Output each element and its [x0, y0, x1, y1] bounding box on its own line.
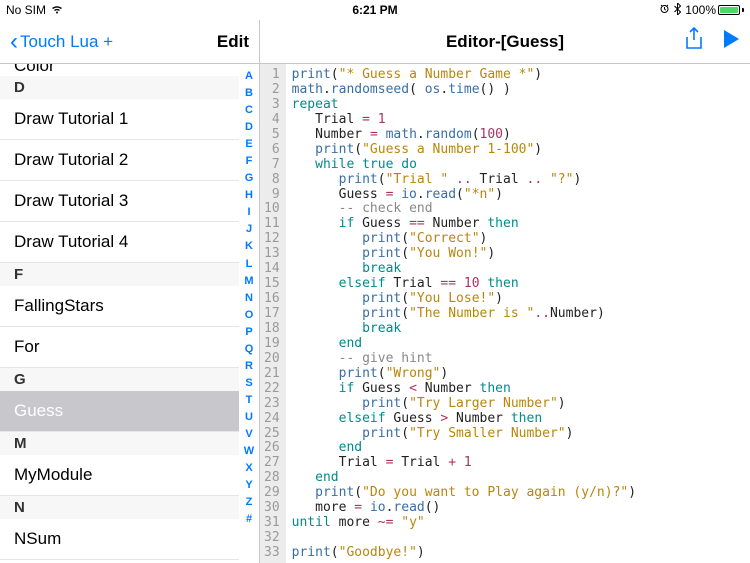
code-line[interactable]: elseif Trial == 10 then	[292, 277, 636, 292]
file-row[interactable]: Draw Tutorial 4	[0, 222, 239, 263]
file-row[interactable]: Draw Tutorial 3	[0, 181, 239, 222]
index-letter[interactable]: M	[244, 273, 253, 290]
code-line[interactable]: print("Wrong")	[292, 367, 636, 382]
code-line[interactable]: print("Try Smaller Number")	[292, 427, 636, 442]
index-letter[interactable]: Y	[245, 477, 252, 494]
code-line[interactable]: print("You Lose!")	[292, 292, 636, 307]
section-header: D	[0, 76, 239, 99]
code-line[interactable]: -- give hint	[292, 352, 636, 367]
back-button[interactable]: ‹ Touch Lua +	[10, 30, 113, 54]
file-row[interactable]: FallingStars	[0, 286, 239, 327]
index-letter[interactable]: F	[246, 153, 253, 170]
section-header: F	[0, 263, 239, 286]
index-letter[interactable]: R	[245, 358, 253, 375]
code-line[interactable]: -- check end	[292, 202, 636, 217]
code-line[interactable]: until more ~= "y"	[292, 516, 636, 531]
editor-title: Editor-[Guess]	[446, 32, 564, 52]
code-line[interactable]: elseif Guess > Number then	[292, 412, 636, 427]
index-letter[interactable]: Q	[245, 341, 254, 358]
index-letter[interactable]: B	[245, 85, 253, 102]
alpha-index[interactable]: ABCDEFGHIJKLMNOPQRSTUVWXYZ#	[241, 68, 257, 528]
code-line[interactable]: print("* Guess a Number Game *")	[292, 68, 636, 83]
toolbar: ‹ Touch Lua + Edit Editor-[Guess]	[0, 20, 750, 64]
index-letter[interactable]: A	[245, 68, 253, 85]
code-line[interactable]: break	[292, 262, 636, 277]
code-line[interactable]: math.randomseed( os.time() )	[292, 83, 636, 98]
index-letter[interactable]: K	[245, 238, 253, 255]
code-line[interactable]: while true do	[292, 158, 636, 173]
clock: 6:21 PM	[352, 3, 397, 17]
code-line[interactable]: Guess = io.read("*n")	[292, 188, 636, 203]
file-list[interactable]: ColorDDraw Tutorial 1Draw Tutorial 2Draw…	[0, 64, 239, 563]
bluetooth-icon	[674, 3, 681, 18]
index-letter[interactable]: V	[245, 426, 252, 443]
code-area[interactable]: print("* Guess a Number Game *")math.ran…	[286, 64, 636, 563]
share-button[interactable]	[684, 27, 704, 56]
section-header: N	[0, 496, 239, 519]
file-row[interactable]: Guess	[0, 391, 239, 432]
section-header: G	[0, 368, 239, 391]
index-letter[interactable]: W	[244, 443, 254, 460]
file-row[interactable]: MyModule	[0, 455, 239, 496]
carrier-label: No SIM	[6, 3, 46, 17]
code-line[interactable]: if Guess == Number then	[292, 217, 636, 232]
index-letter[interactable]: N	[245, 290, 253, 307]
index-letter[interactable]: L	[246, 256, 253, 273]
code-line[interactable]: print("Guess a Number 1-100")	[292, 143, 636, 158]
index-letter[interactable]: Z	[246, 494, 253, 511]
index-letter[interactable]: P	[245, 324, 252, 341]
index-letter[interactable]: H	[245, 187, 253, 204]
index-letter[interactable]: I	[247, 204, 250, 221]
back-label: Touch Lua +	[20, 32, 113, 52]
index-letter[interactable]: S	[245, 375, 252, 392]
code-line[interactable]: print("Correct")	[292, 232, 636, 247]
code-line[interactable]: Trial = 1	[292, 113, 636, 128]
index-letter[interactable]: E	[245, 136, 252, 153]
code-line[interactable]: if Guess < Number then	[292, 382, 636, 397]
file-row[interactable]: Draw Tutorial 2	[0, 140, 239, 181]
file-row[interactable]: For	[0, 327, 239, 368]
run-button[interactable]	[722, 29, 740, 54]
code-line[interactable]: end	[292, 471, 636, 486]
edit-button[interactable]: Edit	[217, 32, 249, 52]
status-bar: No SIM 6:21 PM 100%	[0, 0, 750, 20]
index-letter[interactable]: X	[245, 460, 252, 477]
chevron-left-icon: ‹	[10, 30, 18, 54]
code-line[interactable]	[292, 531, 636, 546]
code-line[interactable]: Trial = Trial + 1	[292, 456, 636, 471]
line-gutter: 1234567891011121314151617181920212223242…	[260, 64, 286, 563]
index-letter[interactable]: #	[246, 511, 252, 528]
alarm-icon	[659, 3, 670, 17]
code-line[interactable]: print("Trial " .. Trial .. "?")	[292, 173, 636, 188]
file-row[interactable]: Draw Tutorial 1	[0, 99, 239, 140]
index-letter[interactable]: C	[245, 102, 253, 119]
index-letter[interactable]: G	[245, 170, 254, 187]
code-line[interactable]: print("The Number is "..Number)	[292, 307, 636, 322]
code-line[interactable]: end	[292, 337, 636, 352]
index-letter[interactable]: O	[245, 307, 254, 324]
code-line[interactable]: repeat	[292, 98, 636, 113]
code-line[interactable]: more = io.read()	[292, 501, 636, 516]
code-line[interactable]: print("Goodbye!")	[292, 546, 636, 561]
code-line[interactable]: print("You Won!")	[292, 247, 636, 262]
code-line[interactable]: break	[292, 322, 636, 337]
code-line[interactable]: end	[292, 441, 636, 456]
battery-indicator: 100%	[685, 3, 744, 17]
wifi-icon	[50, 3, 64, 17]
index-letter[interactable]: U	[245, 409, 253, 426]
file-row[interactable]: Color	[0, 64, 239, 76]
section-header: M	[0, 432, 239, 455]
index-letter[interactable]: J	[246, 221, 252, 238]
code-editor[interactable]: 1234567891011121314151617181920212223242…	[260, 64, 750, 563]
file-sidebar: ColorDDraw Tutorial 1Draw Tutorial 2Draw…	[0, 64, 260, 563]
index-letter[interactable]: T	[246, 392, 253, 409]
index-letter[interactable]: D	[245, 119, 253, 136]
file-row[interactable]: NSum	[0, 519, 239, 560]
code-line[interactable]: print("Do you want to Play again (y/n)?"…	[292, 486, 636, 501]
code-line[interactable]: Number = math.random(100)	[292, 128, 636, 143]
code-line[interactable]: print("Try Larger Number")	[292, 397, 636, 412]
